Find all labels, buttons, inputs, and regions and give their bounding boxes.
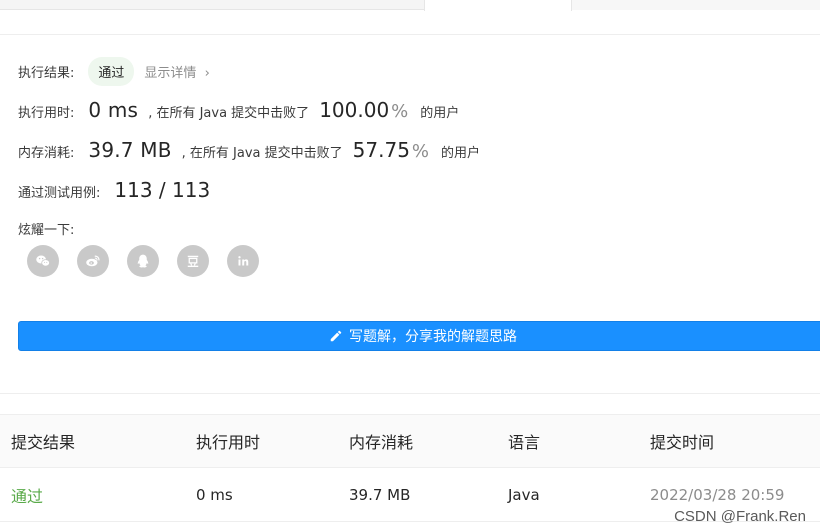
test-cases-label: 通过测试用例:	[18, 186, 101, 201]
header-memory: 内存消耗	[349, 433, 414, 452]
result-row: 执行结果: 通过 显示详情 ›	[18, 57, 210, 86]
watermark: CSDN @Frank.Ren	[674, 508, 806, 525]
active-tab[interactable]	[424, 0, 572, 11]
header-language: 语言	[508, 433, 541, 452]
write-solution-button[interactable]: 写题解，分享我的解题思路	[18, 321, 820, 351]
test-cases-row: 通过测试用例: 113 / 113	[18, 178, 210, 202]
memory-row: 内存消耗: 39.7 MB , 在所有 Java 提交中击败了 57.75 % …	[18, 138, 480, 162]
memory-value: 39.7 MB	[88, 138, 172, 162]
memory-suffix: 的用户	[441, 146, 481, 161]
row-runtime: 0 ms	[196, 485, 233, 504]
row-status-link[interactable]: 通过	[11, 468, 43, 521]
share-row: 炫耀一下:	[18, 219, 74, 238]
qq-icon[interactable]	[127, 245, 159, 277]
show-details-link[interactable]: 显示详情 ›	[144, 62, 209, 81]
header-submit-time: 提交时间	[650, 433, 715, 452]
runtime-label: 执行用时:	[18, 106, 75, 121]
row-memory: 39.7 MB	[349, 485, 411, 504]
memory-label: 内存消耗:	[18, 146, 75, 161]
runtime-row: 执行用时: 0 ms , 在所有 Java 提交中击败了 100.00 % 的用…	[18, 98, 459, 122]
runtime-value: 0 ms	[88, 98, 139, 122]
douban-icon[interactable]	[177, 245, 209, 277]
memory-percent: 57.75	[352, 138, 410, 162]
header-result: 提交结果	[11, 433, 76, 452]
submissions-table: 提交结果 执行用时 内存消耗 语言 提交时间 通过 0 ms 39.7 MB J…	[0, 414, 820, 522]
share-icons	[27, 245, 259, 277]
runtime-percent: 100.00	[319, 98, 390, 122]
runtime-middle-text: , 在所有 Java 提交中击败了	[148, 106, 310, 121]
chevron-right-icon: ›	[204, 66, 210, 81]
wechat-icon[interactable]	[27, 245, 59, 277]
tab-strip	[572, 0, 820, 10]
linkedin-icon[interactable]	[227, 245, 259, 277]
runtime-percent-unit: %	[391, 101, 409, 122]
test-cases-value: 113 / 113	[114, 178, 211, 202]
result-label: 执行结果:	[18, 66, 75, 81]
top-tab-bar	[0, 0, 820, 11]
submission-result-card: 执行结果: 通过 显示详情 › 执行用时: 0 ms , 在所有 Java 提交…	[0, 34, 820, 394]
memory-middle-text: , 在所有 Java 提交中击败了	[181, 146, 343, 161]
weibo-icon[interactable]	[77, 245, 109, 277]
pencil-icon	[329, 329, 343, 343]
status-badge: 通过	[88, 57, 135, 86]
share-label: 炫耀一下:	[18, 223, 75, 238]
write-solution-label: 写题解，分享我的解题思路	[349, 328, 517, 344]
table-header: 提交结果 执行用时 内存消耗 语言 提交时间	[0, 414, 820, 468]
memory-percent-unit: %	[411, 141, 430, 162]
header-runtime: 执行用时	[196, 433, 261, 452]
runtime-suffix: 的用户	[420, 106, 460, 121]
show-details-label: 显示详情	[144, 66, 197, 81]
row-language: Java	[508, 485, 540, 504]
